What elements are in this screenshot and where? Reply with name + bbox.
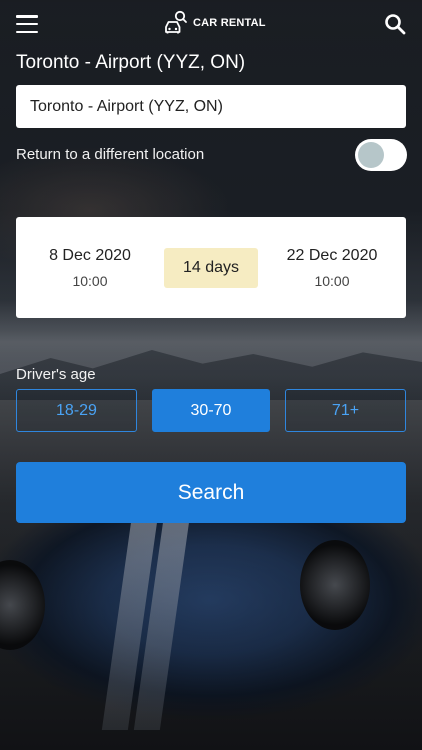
age-option-30-70[interactable]: 30-70 <box>152 389 270 432</box>
car-search-icon <box>165 10 187 34</box>
search-icon[interactable] <box>384 13 406 35</box>
pickup-time: 10:00 <box>72 273 108 289</box>
hamburger-menu-icon[interactable] <box>16 15 38 33</box>
age-option-71-plus[interactable]: 71+ <box>285 389 406 432</box>
pickup-date-selector[interactable]: 8 Dec 2020 10:00 <box>20 247 160 289</box>
toggle-knob <box>358 142 384 168</box>
driver-age-label: Driver's age <box>16 366 96 383</box>
search-button[interactable]: Search <box>16 462 406 523</box>
return-date: 22 Dec 2020 <box>286 247 378 264</box>
location-title: Toronto - Airport (YYZ, ON) <box>16 52 246 73</box>
return-time: 10:00 <box>314 273 350 289</box>
return-location-label: Return to a different location <box>16 146 205 163</box>
pickup-date: 8 Dec 2020 <box>49 247 131 264</box>
rental-dates-card: 8 Dec 2020 10:00 14 days 22 Dec 2020 10:… <box>16 217 406 318</box>
top-bar: CAR RENTAL <box>0 0 422 48</box>
brand-name: CAR RENTAL <box>193 17 266 29</box>
return-location-toggle[interactable] <box>355 139 407 171</box>
pickup-location-input[interactable] <box>16 85 406 128</box>
app-screen: CAR RENTAL Toronto - Airport (YYZ, ON) R… <box>0 0 422 750</box>
age-option-18-29[interactable]: 18-29 <box>16 389 137 432</box>
return-date-selector[interactable]: 22 Dec 2020 10:00 <box>262 247 402 289</box>
brand-logo: CAR RENTAL <box>163 10 266 36</box>
rental-duration-badge: 14 days <box>164 248 258 288</box>
